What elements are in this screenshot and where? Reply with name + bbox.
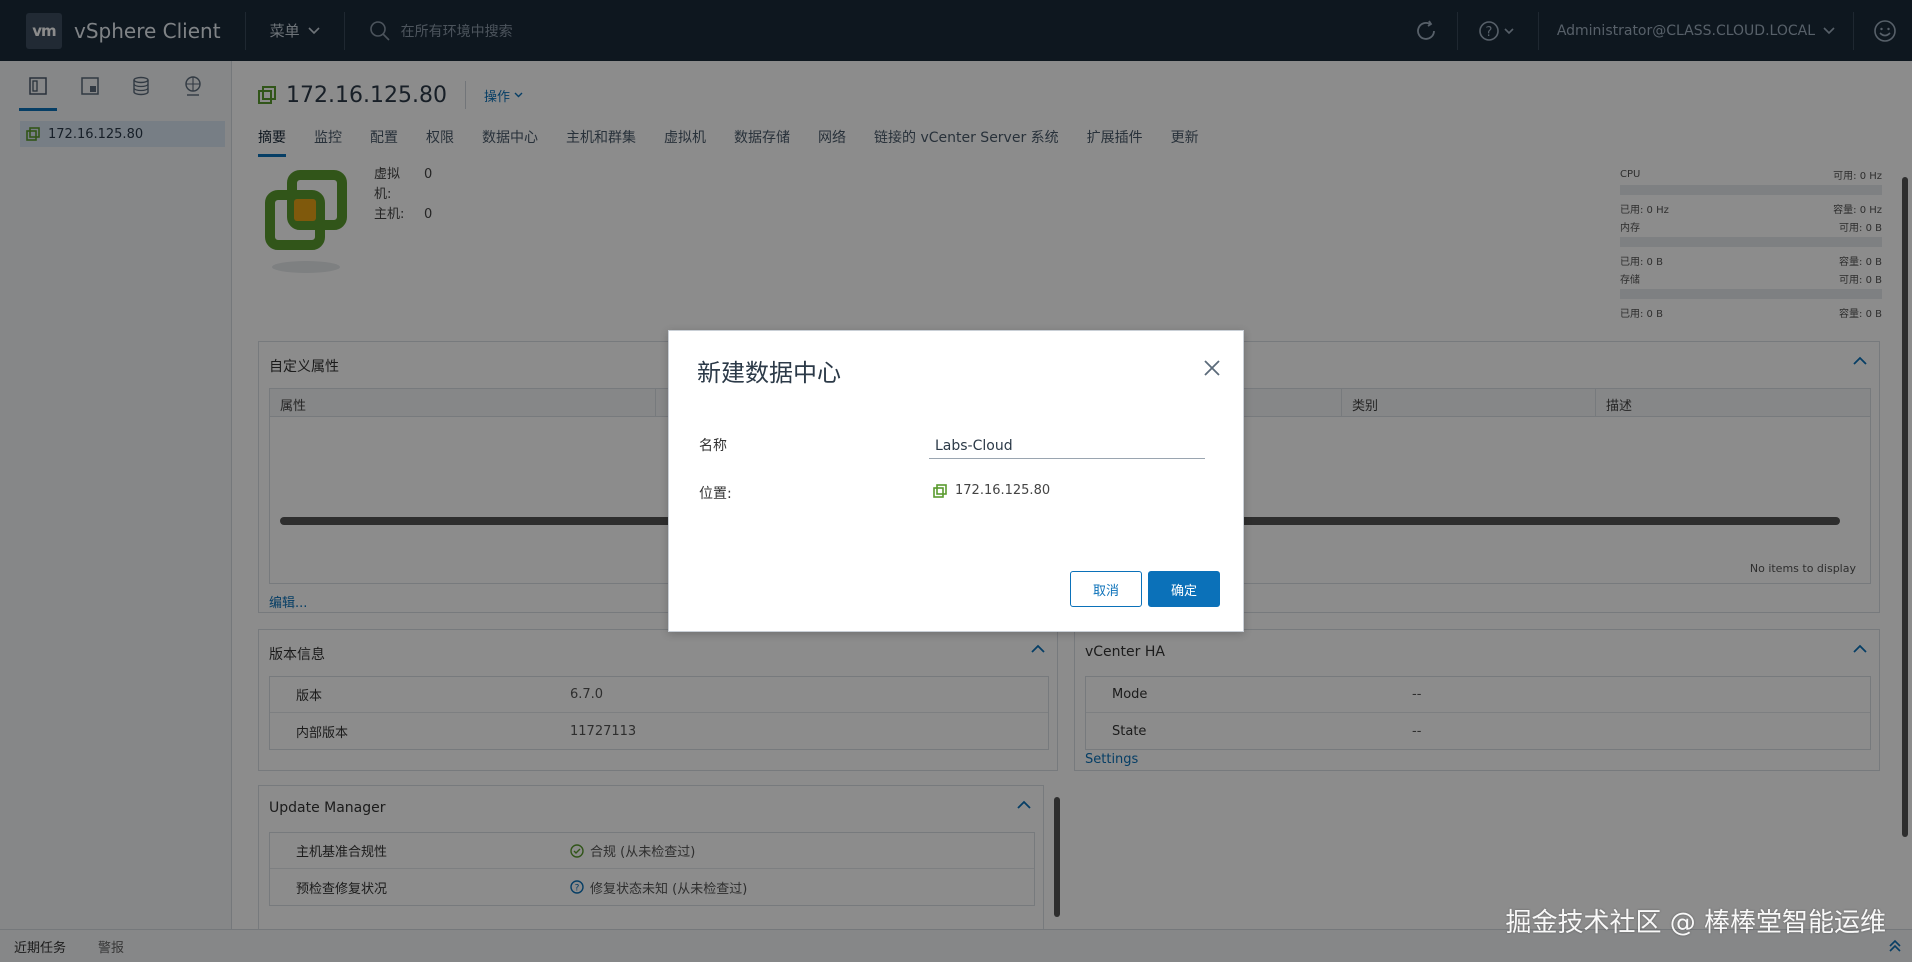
ok-button[interactable]: 确定 <box>1148 571 1220 607</box>
cancel-button[interactable]: 取消 <box>1070 571 1142 607</box>
vcenter-icon <box>933 483 947 498</box>
location-label: 位置: <box>699 486 732 502</box>
watermark-text: 掘金技术社区 @ 棒棒堂智能运维 <box>1505 908 1886 938</box>
name-label: 名称 <box>699 438 727 454</box>
location-text: 172.16.125.80 <box>955 483 1051 498</box>
dialog-title: 新建数据中心 <box>697 359 841 387</box>
new-datacenter-dialog: 新建数据中心 名称 位置: 172.16.125.80 取消 确定 <box>668 330 1244 632</box>
datacenter-name-input[interactable] <box>929 433 1205 459</box>
location-value: 172.16.125.80 <box>933 483 1050 498</box>
close-icon[interactable] <box>1203 359 1221 377</box>
